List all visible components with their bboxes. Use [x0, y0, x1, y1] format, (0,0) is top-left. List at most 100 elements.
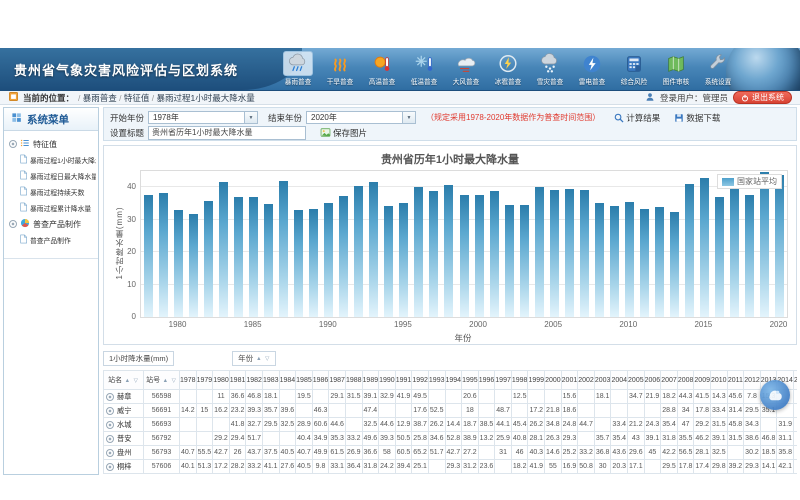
breadcrumb-link[interactable]: 暴雨过程1小时最大降水量 [156, 93, 254, 103]
value-cell-威宁-2002 [578, 404, 595, 418]
chart-title-input[interactable] [148, 126, 306, 140]
end-year-value: 2020年 [311, 112, 337, 123]
year-field-box[interactable]: 年份 ▲ ▽ [232, 351, 276, 366]
value-cell-水城-1995: 18.7 [462, 418, 479, 432]
value-cell-威宁-1979: 15 [196, 404, 213, 418]
bar-2011 [640, 209, 649, 317]
year-column-header-1987: 1987 [329, 371, 346, 390]
page-icon [19, 202, 28, 214]
value-cell-威宁-1991 [395, 404, 412, 418]
breadcrumb-link[interactable]: 特征值 [124, 93, 150, 103]
bar-1993 [369, 182, 378, 317]
row-expand-icon[interactable] [106, 421, 114, 429]
value-cell-盘州-2015 [793, 446, 797, 460]
tree-group-1[interactable]: 普查产品制作 [6, 216, 96, 232]
value-cell-盘州-1982: 43.7 [246, 446, 263, 460]
value-cell-威宁-1993: 52.5 [428, 404, 445, 418]
value-cell-赫章-2005: 34.7 [628, 390, 645, 404]
save-image-button[interactable]: 保存图片 [320, 127, 367, 139]
nav-item-high-temp[interactable]: 高温普查 [363, 51, 400, 87]
start-year-select[interactable]: 1978年 ▼ [148, 111, 258, 124]
picture-icon [320, 127, 331, 138]
station-id-column-header[interactable]: 站号 ▲ ▽ [144, 371, 180, 390]
value-cell-普安-1996: 13.2 [478, 432, 495, 446]
value-cell-水城-1978 [180, 418, 197, 432]
logout-button[interactable]: 退出系统 [733, 91, 792, 104]
tree-item[interactable]: 暴雨过程1小时最大降水量 [6, 152, 96, 168]
value-cell-盘州-2001: 25.2 [561, 446, 578, 460]
value-cell-水城-1982: 32.7 [246, 418, 263, 432]
row-expand-icon[interactable] [106, 463, 114, 471]
main-layout: 系统菜单 特征值暴雨过程1小时最大降水量暴雨过程日最大降水量暴雨过程持续天数暴雨… [3, 107, 797, 475]
tree-expand-icon[interactable] [9, 220, 17, 228]
measure-field-box[interactable]: 1小时降水量(mm) [103, 351, 174, 366]
nav-item-map-review[interactable]: 图件审核 [657, 51, 694, 87]
station-id-cell: 56598 [144, 390, 180, 404]
floating-assistant-button[interactable] [760, 380, 790, 410]
year-column-header-2009: 2009 [694, 371, 711, 390]
value-cell-盘州-2009: 28.1 [694, 446, 711, 460]
data-download-button[interactable]: 数据下载 [674, 112, 720, 124]
value-cell-盘州-1993: 51.7 [428, 446, 445, 460]
value-cell-盘州-1980: 42.7 [213, 446, 230, 460]
tree-item[interactable]: 暴雨过程日最大降水量 [6, 168, 96, 184]
year-column-header-1992: 1992 [412, 371, 429, 390]
nav-item-low-temp[interactable]: 低温普查 [405, 51, 442, 87]
nav-item-snow[interactable]: 雪灾普查 [531, 51, 568, 87]
value-cell-赫章-1995: 20.6 [462, 390, 479, 404]
logged-user-label: 登录用户：管理员 [660, 92, 728, 104]
year-column-header-1978: 1978 [180, 371, 197, 390]
value-cell-威宁-1983: 35.7 [262, 404, 279, 418]
value-cell-盘州-1978: 40.7 [180, 446, 197, 460]
x-tick-label: 1985 [244, 320, 262, 329]
value-cell-盘州-1985: 40.7 [296, 446, 313, 460]
station-column-header[interactable]: 站名 ▲ ▽ [104, 371, 144, 390]
value-cell-桐梓-1984: 27.6 [279, 460, 296, 474]
row-expand-icon[interactable] [106, 407, 114, 415]
value-cell-赫章-1979 [196, 390, 213, 404]
nav-item-rainstorm[interactable]: 暴雨普查 [279, 51, 316, 87]
year-field-label: 年份 [238, 353, 253, 364]
station-name-cell: 盘州 [104, 446, 144, 460]
table-row-威宁: 威宁5669114.21516.223.239.335.739.646.347.… [104, 404, 798, 418]
value-cell-威宁-2007: 28.8 [661, 404, 678, 418]
row-expand-icon[interactable] [106, 435, 114, 443]
calc-result-button[interactable]: 计算结果 [614, 112, 660, 124]
year-column-header-1996: 1996 [478, 371, 495, 390]
year-column-header-1983: 1983 [262, 371, 279, 390]
nav-item-settings[interactable]: 系统设置 [699, 51, 736, 87]
nav-item-combined-risk[interactable]: 综合风险 [615, 51, 652, 87]
value-cell-赫章-2000 [545, 390, 562, 404]
value-cell-水城-2008: 47 [677, 418, 694, 432]
year-column-header-1986: 1986 [312, 371, 329, 390]
breadcrumb-link[interactable]: 暴雨普查 [83, 93, 117, 103]
value-cell-水城-2011: 45.8 [727, 418, 744, 432]
row-expand-icon[interactable] [106, 393, 114, 401]
value-cell-水城-2000: 34.8 [545, 418, 562, 432]
value-cell-盘州-1987: 61.5 [329, 446, 346, 460]
nav-item-drought[interactable]: 干旱普查 [321, 51, 358, 87]
combined-risk-icon [619, 51, 649, 76]
tree-item[interactable]: 暴雨过程累计降水量 [6, 200, 96, 216]
value-cell-赫章-2003: 18.1 [594, 390, 611, 404]
end-year-select[interactable]: 2020年 ▼ [306, 111, 416, 124]
station-name: 桐梓 [117, 462, 131, 472]
station-inner: 普安 [104, 434, 143, 444]
bar-2009 [610, 206, 619, 317]
chart-legend[interactable]: 国家站平均 [717, 174, 782, 189]
value-cell-威宁-1995: 18 [462, 404, 479, 418]
value-cell-赫章-2004 [611, 390, 628, 404]
row-expand-icon[interactable] [106, 449, 114, 457]
tree-item[interactable]: 普查产品制作 [6, 232, 96, 248]
tree-group-0[interactable]: 特征值 [6, 136, 96, 152]
main-nav: 暴雨普查干旱普查高温普查低温普查大风普查冰雹普查雪灾普查雷电普查综合风险图件审核… [279, 51, 736, 87]
value-cell-桐梓-2007: 29.5 [661, 460, 678, 474]
value-cell-水城-1981: 41.8 [229, 418, 246, 432]
tree-item[interactable]: 暴雨过程持续天数 [6, 184, 96, 200]
value-cell-赫章-1983: 18.1 [262, 390, 279, 404]
nav-item-wind[interactable]: 大风普查 [447, 51, 484, 87]
tree-expand-icon[interactable] [9, 140, 17, 148]
value-cell-桐梓-2014: 42.1 [777, 460, 794, 474]
nav-item-lightning[interactable]: 雷电普查 [573, 51, 610, 87]
nav-item-hail[interactable]: 冰雹普查 [489, 51, 526, 87]
